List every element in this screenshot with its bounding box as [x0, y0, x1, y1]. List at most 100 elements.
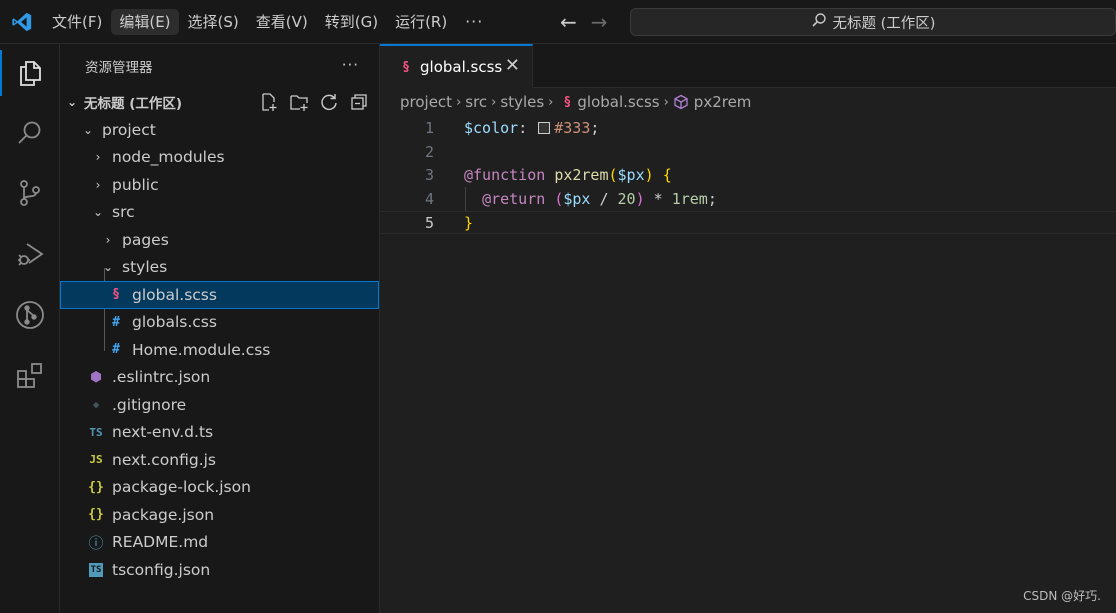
workspace-header[interactable]: ⌄ 无标题 (工作区): [60, 88, 379, 116]
scss-file-icon: §: [402, 59, 410, 75]
breadcrumb-styles[interactable]: styles: [500, 93, 544, 111]
code-line: 2: [380, 140, 1116, 164]
tree-file-package-json[interactable]: {} package.json: [60, 501, 379, 529]
code-editor[interactable]: 1 $color: #333; 2 3 @function px2rem($px…: [380, 116, 1116, 235]
refresh-icon[interactable]: [319, 92, 339, 116]
json-file-icon: {}: [88, 479, 104, 495]
editor-area: § global.scss ✕ project › src › styles ›…: [380, 44, 1116, 613]
tsconfig-file-icon: TS: [89, 562, 103, 577]
code-line: 4 @return ($px / 20) * 1rem;: [380, 187, 1116, 211]
collapse-all-icon[interactable]: [349, 92, 369, 116]
tree-file-next-config[interactable]: JS next.config.js: [60, 446, 379, 474]
tree-item-label: pages: [122, 230, 169, 249]
breadcrumb-src[interactable]: src: [465, 93, 487, 111]
chevron-down-icon: ⌄: [82, 122, 94, 137]
command-center[interactable]: 无标题 (工作区): [630, 8, 1116, 36]
tree-file-global-scss[interactable]: § global.scss: [60, 281, 379, 309]
scss-file-icon: §: [112, 287, 120, 303]
javascript-file-icon: JS: [89, 453, 103, 467]
source-control-icon[interactable]: [0, 164, 60, 222]
tree-folder-src[interactable]: ⌄ src: [60, 199, 379, 227]
breadcrumb: project › src › styles › § global.scss ›…: [380, 88, 1116, 116]
back-arrow-icon[interactable]: ←: [560, 10, 577, 34]
menu-go[interactable]: 转到(G): [317, 9, 386, 35]
chevron-down-icon: ⌄: [66, 95, 78, 109]
search-icon[interactable]: [0, 104, 60, 162]
tree-file-tsconfig[interactable]: TS tsconfig.json: [60, 556, 379, 584]
tree-item-label: .eslintrc.json: [112, 368, 211, 387]
tree-folder-styles[interactable]: ⌄ styles: [60, 254, 379, 282]
close-icon[interactable]: ✕: [505, 55, 520, 76]
file-tree: ⌄ project › node_modules › public ⌄ src …: [60, 116, 379, 584]
css-file-icon: #: [112, 342, 120, 358]
css-file-icon: #: [112, 314, 120, 330]
menu-file[interactable]: 文件(F): [44, 9, 110, 35]
editor-tabs: § global.scss ✕: [380, 44, 1116, 88]
tree-item-label: styles: [122, 258, 168, 277]
chevron-right-icon: ›: [491, 94, 497, 110]
line-number: 4: [424, 189, 434, 208]
breadcrumb-symbol[interactable]: px2rem: [694, 93, 752, 111]
menu-view[interactable]: 查看(V): [248, 9, 316, 35]
search-icon: [811, 12, 827, 32]
tab-global-scss[interactable]: § global.scss ✕: [380, 44, 533, 88]
workspace-title: 无标题 (工作区): [84, 96, 183, 112]
chevron-right-icon: ›: [95, 150, 101, 165]
navigation-arrows: ← →: [560, 0, 608, 44]
tree-item-label: next-env.d.ts: [112, 423, 214, 442]
sidebar-more-button[interactable]: ···: [342, 56, 359, 74]
chevron-right-icon: ›: [663, 94, 669, 110]
tree-file-eslintrc[interactable]: ⬢ .eslintrc.json: [60, 364, 379, 392]
menu-edit[interactable]: 编辑(E): [111, 8, 179, 35]
tree-file-home-module-css[interactable]: # Home.module.css: [60, 336, 379, 364]
line-number: 3: [424, 166, 434, 185]
vscode-logo-icon: [0, 0, 44, 44]
forward-arrow-icon[interactable]: →: [591, 10, 608, 34]
workspace-actions: [259, 92, 369, 116]
menu-run[interactable]: 运行(R): [387, 9, 455, 35]
tree-item-label: project: [102, 120, 156, 139]
tree-file-package-lock[interactable]: {} package-lock.json: [60, 474, 379, 502]
tree-item-label: tsconfig.json: [112, 560, 211, 579]
tree-folder-public[interactable]: › public: [60, 171, 379, 199]
code-text: $color: #333;: [464, 118, 600, 137]
code-text: }: [464, 213, 474, 232]
new-file-icon[interactable]: [259, 92, 279, 116]
tree-file-readme[interactable]: ⓘ README.md: [60, 529, 379, 557]
activity-bar: [0, 44, 60, 613]
run-debug-icon[interactable]: [0, 226, 60, 284]
tree-item-label: globals.css: [132, 313, 217, 332]
command-center-label: 无标题 (工作区): [832, 15, 936, 32]
tree-file-gitignore[interactable]: ◆ .gitignore: [60, 391, 379, 419]
menu-more-button[interactable]: ···: [456, 12, 492, 31]
scss-file-icon: §: [563, 94, 572, 110]
chevron-right-icon: ›: [105, 232, 111, 247]
git-file-icon: ◆: [92, 398, 100, 412]
new-folder-icon[interactable]: [289, 92, 309, 116]
menu-selection[interactable]: 选择(S): [180, 9, 247, 35]
breadcrumb-project[interactable]: project: [400, 93, 452, 111]
chevron-right-icon: ›: [548, 94, 554, 110]
title-bar: 文件(F) 编辑(E) 选择(S) 查看(V) 转到(G) 运行(R) ··· …: [0, 0, 1116, 44]
explorer-icon[interactable]: [0, 44, 60, 102]
breadcrumb-file[interactable]: global.scss: [577, 93, 659, 111]
chevron-down-icon: ⌄: [92, 205, 104, 220]
tree-item-label: Home.module.css: [132, 340, 271, 359]
tree-item-label: src: [112, 203, 135, 222]
extensions-icon[interactable]: [0, 346, 60, 404]
tree-file-next-env[interactable]: TS next-env.d.ts: [60, 419, 379, 447]
code-line-current: 5 }: [380, 210, 1116, 235]
tree-item-label: global.scss: [132, 285, 217, 304]
tree-folder-node-modules[interactable]: › node_modules: [60, 144, 379, 172]
tree-folder-pages[interactable]: › pages: [60, 226, 379, 254]
tree-item-label: package.json: [112, 505, 215, 524]
git-graph-icon[interactable]: [0, 286, 60, 344]
code-text: @return ($px / 20) * 1rem;: [482, 189, 717, 208]
color-swatch[interactable]: [538, 121, 551, 134]
code-text: @function px2rem($px) {: [464, 166, 672, 185]
tree-item-label: package-lock.json: [112, 478, 251, 497]
chevron-right-icon: ›: [456, 94, 462, 110]
eslint-file-icon: ⬢: [90, 369, 102, 385]
tree-folder-project[interactable]: ⌄ project: [60, 116, 379, 144]
tree-file-globals-css[interactable]: # globals.css: [60, 309, 379, 337]
